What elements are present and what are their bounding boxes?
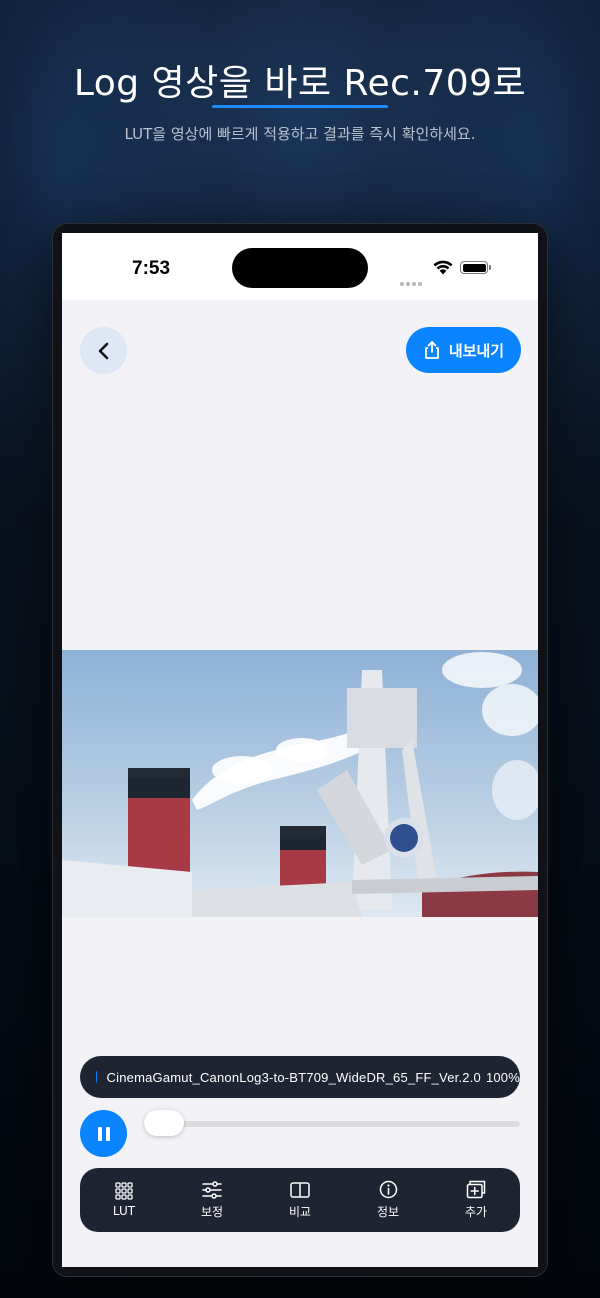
tab-info[interactable]: 정보: [344, 1168, 432, 1232]
tab-lut[interactable]: LUT: [80, 1168, 168, 1232]
cellular-signal-icon: [400, 271, 424, 290]
timeline-track[interactable]: [144, 1121, 520, 1127]
promo-title: Log 영상을 바로 Rec.709로: [73, 63, 527, 104]
phone-screen: 7:53 내보내기 CinemaGamut_CanonLog3-to-BT709…: [62, 233, 538, 1267]
lut-active-dot: [96, 1071, 97, 1083]
export-button-label: 내보내기: [448, 341, 505, 360]
video-frame-image: [62, 652, 538, 917]
chevron-left-icon: [98, 342, 108, 359]
lut-name: CinemaGamut_CanonLog3-to-BT709_WideDR_65…: [106, 1069, 481, 1085]
promo-title-underline: [212, 105, 388, 108]
lut-info-pill[interactable]: CinemaGamut_CanonLog3-to-BT709_WideDR_65…: [80, 1056, 520, 1098]
export-button[interactable]: 내보내기: [406, 327, 521, 373]
battery-cap: [489, 265, 491, 270]
tab-info-label: 정보: [376, 1205, 400, 1219]
tab-adjust[interactable]: 보정: [168, 1168, 256, 1232]
status-time: 7:53: [132, 258, 171, 279]
timeline-scrubber[interactable]: [144, 1110, 184, 1136]
info-icon: [379, 1180, 397, 1199]
grid-icon: [115, 1182, 133, 1200]
tab-compare-label: 비교: [288, 1204, 312, 1219]
split-view-icon: [290, 1181, 310, 1198]
add-layer-icon: [466, 1180, 486, 1199]
back-button[interactable]: [80, 327, 127, 374]
wifi-icon: [433, 260, 453, 275]
tab-add-label: 추가: [464, 1205, 488, 1219]
tab-compare[interactable]: 비교: [256, 1168, 344, 1232]
lut-intensity: 100%: [485, 1069, 520, 1085]
sliders-icon: [202, 1180, 222, 1199]
dynamic-island: [232, 248, 368, 288]
pause-button[interactable]: [80, 1110, 127, 1157]
pause-icon: [97, 1126, 110, 1141]
bottom-toolbar: LUT 보정 비교 정보 추가: [80, 1168, 520, 1232]
video-preview[interactable]: [62, 650, 538, 917]
status-bar: 7:53: [62, 233, 538, 300]
promo-subtitle: LUT을 영상에 빠르게 적용하고 결과를 즉시 확인하세요.: [124, 125, 476, 143]
tab-add[interactable]: 추가: [432, 1168, 520, 1232]
tab-adjust-label: 보정: [200, 1204, 224, 1219]
share-icon: [424, 341, 439, 359]
battery-icon: [460, 261, 488, 274]
tab-lut-label: LUT: [112, 1204, 136, 1218]
